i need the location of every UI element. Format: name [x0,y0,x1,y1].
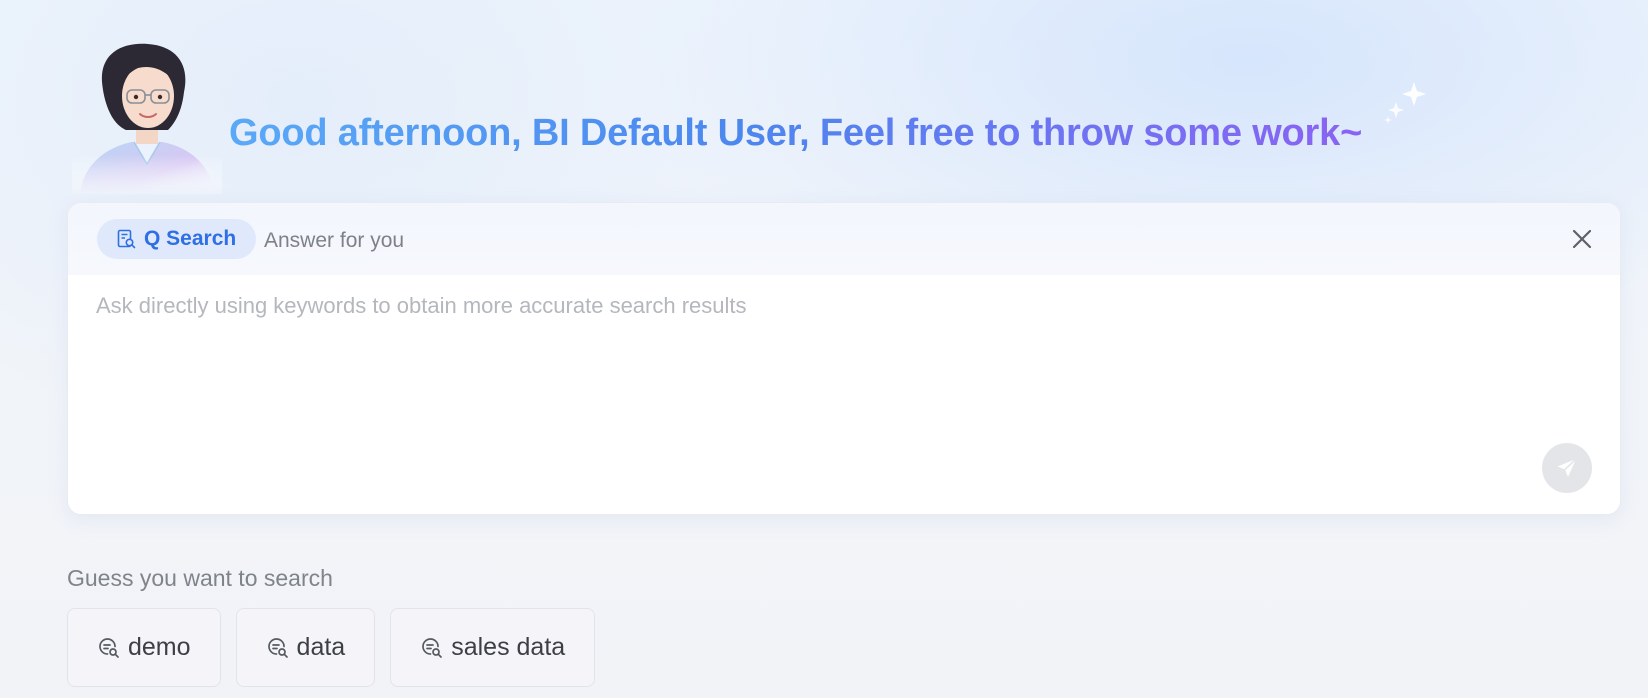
chat-search-icon [422,637,443,658]
search-card: Q Search Answer for you [67,202,1621,515]
suggestion-label: data [296,633,346,661]
greeting-title: Good afternoon, BI Default User, Feel fr… [229,112,1363,154]
suggestion-label: sales data [451,633,566,661]
send-plane-icon [1557,458,1577,477]
search-mode-hint: Answer for you [264,229,405,252]
suggestion-chips: demo data sales data [67,608,596,687]
suggestion-chip[interactable]: sales data [390,608,596,687]
assistant-avatar [72,38,222,194]
suggestion-label: demo [128,633,191,661]
suggestion-chip[interactable]: data [235,608,376,687]
suggestion-chip[interactable]: demo [67,608,221,687]
chat-search-icon [99,637,119,658]
search-mode-label: Q Search [144,227,237,250]
assistant-home: Good afternoon, BI Default User, Feel fr… [0,0,1648,698]
suggestions-title: Guess you want to search [67,565,333,591]
send-button[interactable] [1542,443,1592,493]
search-mode-pill[interactable]: Q Search [97,219,257,259]
search-card-header: Q Search Answer for you [68,203,1620,275]
search-document-icon [117,229,136,249]
chat-search-icon [267,637,288,658]
close-icon[interactable] [1570,227,1594,251]
search-query-input[interactable] [96,293,1556,423]
sparkle-icon [1384,82,1426,124]
